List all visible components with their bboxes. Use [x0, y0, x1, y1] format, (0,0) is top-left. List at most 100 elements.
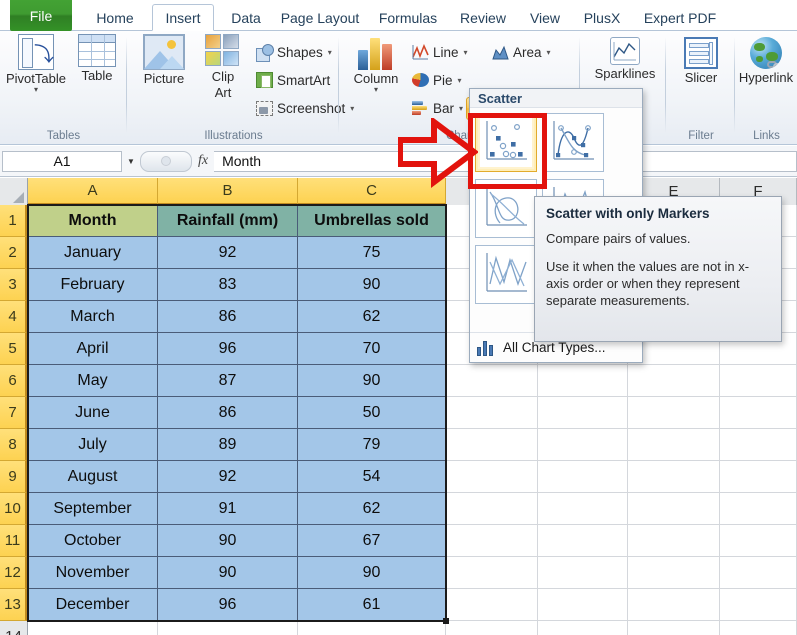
grid-cell[interactable]	[158, 621, 298, 635]
cell-c8[interactable]: 79	[298, 429, 446, 461]
tab-review[interactable]: Review	[450, 4, 516, 31]
smartart-button[interactable]: SmartArt	[256, 69, 330, 91]
thumb-scatter-smooth-lines-markers[interactable]	[542, 113, 604, 172]
insert-function-icon[interactable]: fx	[192, 153, 214, 169]
cell-a5[interactable]: April	[28, 333, 158, 365]
grid-cell[interactable]	[446, 397, 538, 429]
cell-c3[interactable]: 90	[298, 269, 446, 301]
cell-a7[interactable]: June	[28, 397, 158, 429]
cell-c4[interactable]: 62	[298, 301, 446, 333]
grid-cell[interactable]	[628, 525, 720, 557]
cell-b3[interactable]: 83	[158, 269, 298, 301]
column-header-b[interactable]: B	[158, 178, 298, 205]
cell-a9[interactable]: August	[28, 461, 158, 493]
tab-file[interactable]: File	[10, 0, 72, 31]
row-header-1[interactable]: 1	[0, 205, 27, 237]
row-header-13[interactable]: 13	[0, 589, 27, 621]
cell-c1[interactable]: Umbrellas sold	[298, 205, 446, 237]
cell-a13[interactable]: December	[28, 589, 158, 621]
slicer-button[interactable]: Slicer	[674, 37, 728, 85]
cell-a8[interactable]: July	[28, 429, 158, 461]
cell-a2[interactable]: January	[28, 237, 158, 269]
area-chart-button[interactable]: Area ▾	[492, 41, 551, 63]
grid-cell[interactable]	[446, 589, 538, 621]
grid-cell[interactable]	[538, 621, 628, 635]
cancel-icon[interactable]	[161, 156, 171, 166]
cell-b1[interactable]: Rainfall (mm)	[158, 205, 298, 237]
picture-button[interactable]: Picture	[133, 34, 195, 86]
cell-c7[interactable]: 50	[298, 397, 446, 429]
tab-data[interactable]: Data	[220, 4, 272, 31]
row-header-10[interactable]: 10	[0, 493, 27, 525]
cell-b9[interactable]: 92	[158, 461, 298, 493]
row-header-6[interactable]: 6	[0, 365, 27, 397]
grid-cell[interactable]	[28, 621, 158, 635]
cell-b6[interactable]: 87	[158, 365, 298, 397]
thumb-scatter-straight-lines[interactable]	[475, 245, 537, 304]
grid-cell[interactable]	[628, 621, 720, 635]
tab-home[interactable]: Home	[84, 4, 146, 31]
clipart-button[interactable]: Clip Art	[198, 34, 248, 100]
grid-cell[interactable]	[628, 493, 720, 525]
grid-cell[interactable]	[538, 397, 628, 429]
row-header-8[interactable]: 8	[0, 429, 27, 461]
tab-page-layout[interactable]: Page Layout	[274, 4, 366, 31]
grid-cell[interactable]	[720, 397, 797, 429]
cell-c9[interactable]: 54	[298, 461, 446, 493]
grid-cell[interactable]	[720, 461, 797, 493]
row-header-9[interactable]: 9	[0, 461, 27, 493]
grid-cell[interactable]	[628, 429, 720, 461]
cell-c6[interactable]: 90	[298, 365, 446, 397]
name-box[interactable]: A1	[2, 150, 122, 172]
fill-handle[interactable]	[443, 618, 449, 624]
grid-cell[interactable]	[628, 397, 720, 429]
cell-b5[interactable]: 96	[158, 333, 298, 365]
column-chart-button[interactable]: Column ▾	[345, 34, 407, 94]
line-chart-button[interactable]: Line ▾	[412, 41, 468, 63]
tab-formulas[interactable]: Formulas	[370, 4, 446, 31]
cell-b12[interactable]: 90	[158, 557, 298, 589]
tab-expert-pdf[interactable]: Expert PDF	[636, 4, 724, 31]
select-all-corner[interactable]	[0, 178, 28, 205]
grid-cell[interactable]	[538, 461, 628, 493]
cell-c2[interactable]: 75	[298, 237, 446, 269]
grid-cell[interactable]	[446, 621, 538, 635]
cell-c10[interactable]: 62	[298, 493, 446, 525]
sparklines-button[interactable]: Sparklines	[593, 37, 657, 81]
grid-cell[interactable]	[538, 365, 628, 397]
grid-cell[interactable]	[720, 589, 797, 621]
grid-cell[interactable]	[538, 589, 628, 621]
row-header-5[interactable]: 5	[0, 333, 27, 365]
name-box-dropdown-icon[interactable]: ▼	[122, 151, 140, 172]
grid-cell[interactable]	[720, 557, 797, 589]
grid-cell[interactable]	[628, 365, 720, 397]
cell-b8[interactable]: 89	[158, 429, 298, 461]
cell-c5[interactable]: 70	[298, 333, 446, 365]
column-header-a[interactable]: A	[28, 178, 158, 205]
tab-insert[interactable]: Insert	[152, 4, 214, 31]
formula-bar-buttons[interactable]	[140, 150, 192, 172]
row-header-3[interactable]: 3	[0, 269, 27, 301]
tab-view[interactable]: View	[520, 4, 570, 31]
cell-c12[interactable]: 90	[298, 557, 446, 589]
pie-chart-button[interactable]: Pie ▾	[412, 69, 462, 91]
row-header-2[interactable]: 2	[0, 237, 27, 269]
row-header-4[interactable]: 4	[0, 301, 27, 333]
hyperlink-button[interactable]: Hyperlink	[735, 37, 797, 85]
tab-plusx[interactable]: PlusX	[574, 4, 630, 31]
grid-cell[interactable]	[628, 557, 720, 589]
table-button[interactable]: Table	[70, 34, 124, 83]
pivottable-button[interactable]: ⤵ PivotTable ▾	[3, 34, 69, 94]
row-header-12[interactable]: 12	[0, 557, 27, 589]
cell-b11[interactable]: 90	[158, 525, 298, 557]
cell-b4[interactable]: 86	[158, 301, 298, 333]
cell-a10[interactable]: September	[28, 493, 158, 525]
grid-cell[interactable]	[538, 557, 628, 589]
row-header-7[interactable]: 7	[0, 397, 27, 429]
grid-cell[interactable]	[446, 493, 538, 525]
grid-cell[interactable]	[628, 589, 720, 621]
cell-b13[interactable]: 96	[158, 589, 298, 621]
grid-cell[interactable]	[538, 429, 628, 461]
cell-a12[interactable]: November	[28, 557, 158, 589]
shapes-button[interactable]: Shapes ▾	[256, 41, 332, 63]
